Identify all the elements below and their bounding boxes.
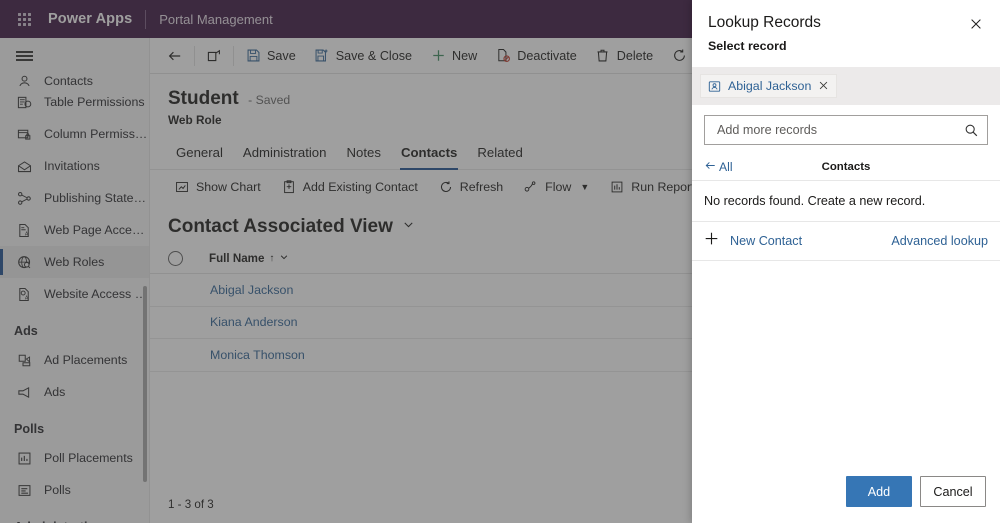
- new-contact-label: New Contact: [730, 233, 803, 248]
- add-button[interactable]: Add: [846, 476, 912, 507]
- lookup-results-group-title: Contacts: [821, 161, 871, 173]
- back-arrow-icon: [704, 159, 717, 175]
- plus-icon: [704, 231, 719, 250]
- screen-root: Power Apps Portal Management Contacts: [0, 0, 1000, 523]
- selected-record-label: Abigal Jackson: [728, 79, 812, 93]
- lookup-panel-title: Lookup Records: [708, 14, 821, 31]
- modal-dimmer-overlay[interactable]: [0, 0, 692, 523]
- selected-record-chip[interactable]: Abigal Jackson: [700, 74, 838, 98]
- new-contact-button[interactable]: New Contact: [704, 231, 802, 250]
- lookup-panel-header: Lookup Records Select record: [692, 0, 1000, 53]
- lookup-panel-footer: Add Cancel: [692, 466, 1000, 523]
- lookup-panel-subtitle: Select record: [708, 39, 787, 53]
- lookup-empty-message: No records found. Create a new record.: [692, 181, 1000, 222]
- close-icon[interactable]: [962, 10, 990, 38]
- selected-records-band: Abigal Jackson: [692, 67, 1000, 105]
- search-icon[interactable]: [964, 123, 979, 138]
- lookup-search-box[interactable]: [704, 115, 988, 145]
- remove-chip-icon[interactable]: [818, 80, 829, 93]
- back-to-all-link[interactable]: All: [704, 159, 733, 175]
- lookup-results-header: All Contacts: [692, 154, 1000, 181]
- cancel-button[interactable]: Cancel: [920, 476, 986, 507]
- lookup-actions-row: New Contact Advanced lookup: [692, 222, 1000, 261]
- contact-record-icon: [708, 80, 721, 93]
- search-input[interactable]: [715, 122, 964, 138]
- lookup-records-panel: Lookup Records Select record Abigal Jack…: [692, 0, 1000, 523]
- back-to-all-label: All: [719, 160, 733, 174]
- advanced-lookup-link[interactable]: Advanced lookup: [891, 234, 988, 248]
- lookup-search-wrapper: [692, 105, 1000, 154]
